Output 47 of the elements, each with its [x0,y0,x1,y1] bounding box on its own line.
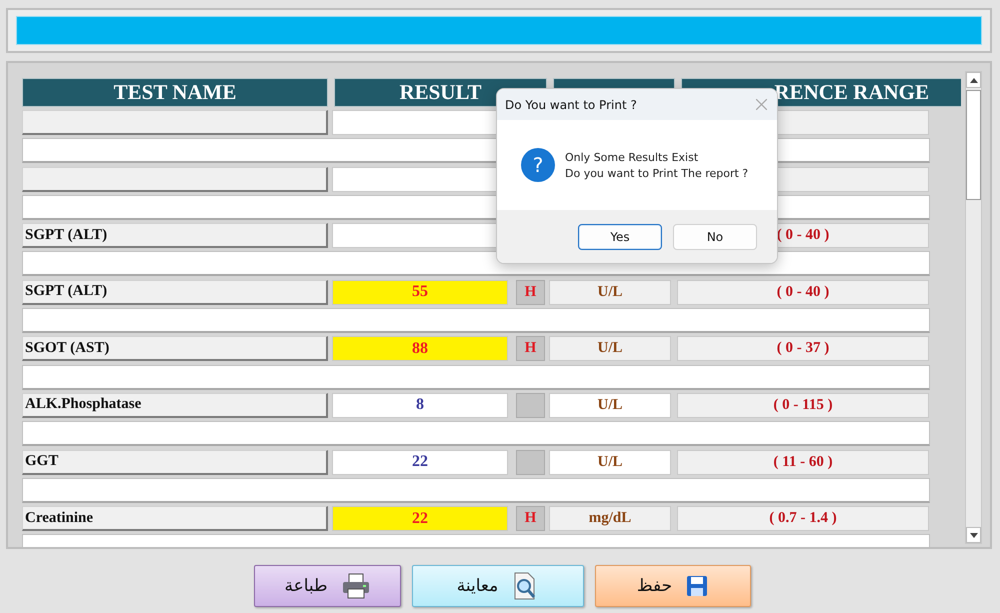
unit-cell: U/L [549,280,671,305]
result-field[interactable]: 22 [332,506,508,532]
comment-field[interactable] [22,364,930,390]
dialog-button[interactable]: Yes [578,224,662,250]
comment-field[interactable] [22,478,930,503]
unit-cell: U/L [549,336,671,362]
close-icon[interactable] [756,99,767,110]
test-name-cell: ALK.Phosphatase [22,392,328,418]
unit-cell: mg/dL [549,506,671,532]
result-field[interactable]: 55 [332,280,508,305]
unit-cell: U/L [549,392,671,418]
question-icon: ? [521,148,555,182]
preview-button[interactable]: معاينة [412,565,584,607]
test-name-cell: SGPT (ALT) [22,223,328,248]
comment-field[interactable] [22,421,930,446]
range-cell: ( 0 - 37 ) [677,336,929,362]
flag-cell [516,392,545,418]
result-field[interactable]: 22 [332,450,508,475]
column-header: TEST NAME [22,78,328,107]
range-cell: ( 0.7 - 1.4 ) [677,506,929,532]
scroll-down-button[interactable] [966,527,981,543]
printer-icon [342,573,370,599]
result-field[interactable]: 88 [332,336,508,362]
result-field[interactable]: 8 [332,392,508,418]
dialog-button[interactable]: No [673,224,757,250]
save-button[interactable]: حفظ [594,565,750,607]
test-name-cell: GGT [22,450,328,475]
up-arrow-icon [970,78,978,82]
test-name-cell: SGOT (AST) [22,336,328,362]
dialog-message: Only Some Results Exist [565,150,700,164]
dialog-message: Do you want to Print The report ? [565,166,748,180]
range-cell: ( 11 - 60 ) [677,450,929,475]
flag-cell: H [516,280,545,305]
scrollbar[interactable] [965,71,982,544]
scroll-up-button[interactable] [966,72,981,88]
flag-cell [516,450,545,475]
range-cell: ( 0 - 40 ) [677,280,929,305]
range-cell: ( 0 - 115 ) [677,392,929,418]
unit-cell: U/L [549,450,671,475]
test-name-cell: Creatinine [22,506,328,532]
down-arrow-icon [970,532,978,538]
print-button[interactable]: طباعة [254,565,400,607]
flag-cell: H [516,336,545,362]
flag-cell: H [516,506,545,532]
scroll-thumb[interactable] [966,90,981,200]
test-name-cell: SGPT (ALT) [22,280,328,305]
comment-field[interactable] [22,308,930,334]
